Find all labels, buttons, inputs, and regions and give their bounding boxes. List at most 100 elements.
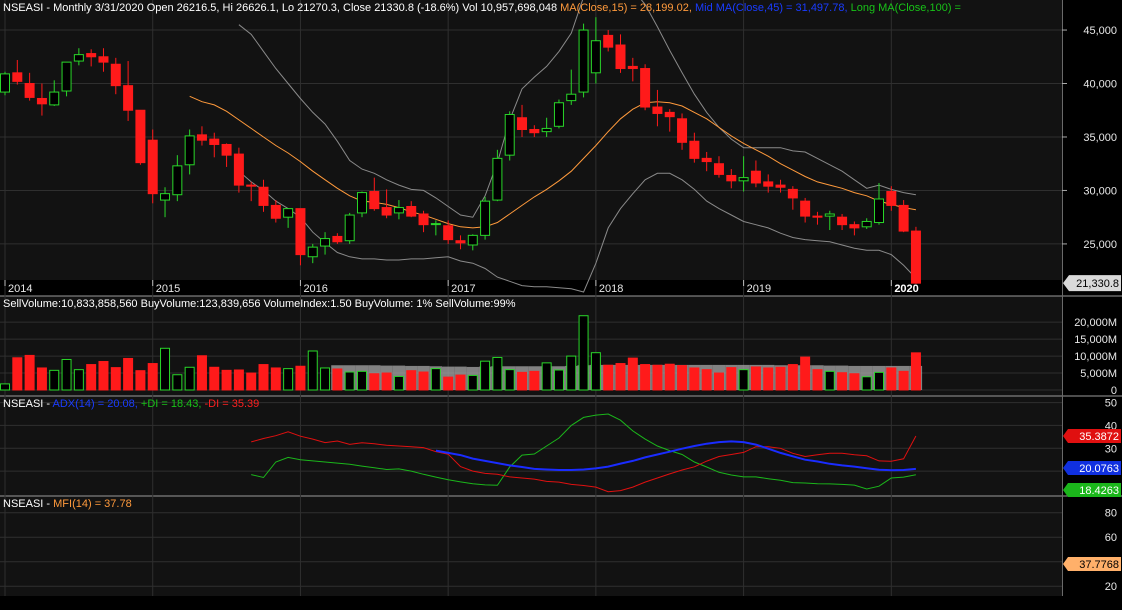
candle-body — [529, 128, 540, 134]
year-label: 2015 — [156, 283, 180, 295]
candle-body — [381, 207, 392, 216]
volume-bar — [763, 367, 774, 391]
volume-bar — [196, 355, 207, 391]
volume-bar — [566, 355, 577, 391]
plus-di-legend: +DI = 18.43, — [140, 398, 202, 410]
candle-body — [246, 184, 257, 187]
candle-body — [886, 191, 897, 206]
candle-body — [344, 214, 355, 242]
volume-bar — [837, 372, 848, 391]
year-label: 2018 — [599, 283, 623, 295]
candle-body — [726, 174, 737, 182]
volume-bar — [320, 367, 331, 391]
volume-bar — [443, 376, 454, 391]
last-price-label: 21,330.8 — [1076, 278, 1119, 290]
volume-bar — [307, 350, 318, 391]
candle-body — [270, 204, 281, 219]
volume-bar — [98, 361, 109, 391]
volume-bar — [110, 367, 121, 391]
candle-body — [49, 91, 60, 106]
volume-bar — [492, 356, 503, 391]
candle-body — [147, 139, 158, 195]
price-tick-label: 25,000 — [1083, 239, 1117, 251]
mfi-symbol: NSEASI - — [3, 498, 51, 510]
volume-panel-header: SellVolume:10,833,858,560 BuyVolume:123,… — [3, 298, 516, 310]
candle-body — [664, 111, 675, 118]
volume-tick-label: 20,000M — [1074, 317, 1117, 329]
candle-body — [258, 186, 269, 206]
candle-body — [307, 246, 318, 258]
year-label: 2016 — [303, 283, 327, 295]
volume-bar — [590, 352, 601, 391]
candle-body — [196, 134, 207, 141]
candle-body — [110, 63, 121, 87]
year-label: 2014 — [8, 283, 32, 295]
volume-bar — [910, 352, 921, 391]
candle-body — [123, 85, 134, 111]
price-panel-header: NSEASI - Monthly 3/31/2020 Open 26216.5,… — [3, 2, 961, 15]
volume-bar — [713, 372, 724, 391]
candle-body — [480, 200, 491, 236]
volume-bar — [787, 364, 798, 391]
year-label: 2017 — [451, 283, 475, 295]
candle-body — [332, 235, 343, 243]
volume-bar — [738, 369, 749, 391]
candle-body — [517, 117, 528, 130]
adx-last-badge-text: 20.0763 — [1079, 463, 1119, 475]
volume-bar — [541, 362, 552, 391]
candle-body — [233, 153, 244, 186]
candle-body — [775, 184, 786, 188]
volume-bar — [369, 373, 380, 391]
adx-tick-label: 30 — [1105, 443, 1117, 455]
volume-bar — [430, 368, 441, 391]
volume-tick-label: 15,000M — [1074, 334, 1117, 346]
price-tick-label: 30,000 — [1083, 185, 1117, 197]
volume-bar — [812, 369, 823, 391]
candle-body — [874, 198, 885, 224]
candle-body — [898, 204, 909, 232]
volume-bar — [664, 363, 675, 391]
adx-pane — [0, 396, 1062, 496]
candle-body — [393, 207, 404, 214]
candle-body — [0, 73, 10, 93]
candle-body — [787, 188, 798, 199]
candle — [504, 111, 515, 161]
candle-body — [160, 193, 171, 201]
plus-di-last-badge: 18.4263 — [1063, 483, 1121, 497]
candle-body — [455, 240, 466, 244]
price-tick-label: 35,000 — [1083, 132, 1117, 144]
volume-bar — [886, 367, 897, 391]
volume-bar — [344, 371, 355, 391]
volume-bar — [49, 369, 60, 391]
volume-bar — [221, 369, 232, 391]
volume-bar — [123, 357, 134, 391]
candle — [356, 191, 367, 218]
candle-body — [406, 205, 417, 217]
candle-body — [24, 83, 35, 98]
mfi-tick-label: 20 — [1105, 581, 1117, 593]
mfi-last-badge-text: 37.7768 — [1079, 559, 1119, 571]
price-pane — [0, 0, 1062, 280]
volume-bar — [529, 370, 540, 391]
volume-bar — [578, 315, 589, 391]
candle-body — [541, 127, 552, 133]
volume-bar — [0, 383, 10, 391]
candle — [61, 61, 72, 97]
volume-bar — [283, 368, 294, 391]
volume-tick-label: 0 — [1111, 385, 1117, 397]
candle-body — [578, 29, 589, 93]
candle — [578, 23, 589, 98]
candle-body — [652, 106, 663, 114]
candle-body — [492, 157, 503, 201]
candle-body — [73, 54, 84, 62]
candle-body — [837, 216, 848, 226]
price-tick-label: 45,000 — [1083, 25, 1117, 37]
candle-body — [283, 208, 294, 218]
minus-di-legend: -DI = 35.39 — [204, 398, 260, 410]
candle-body — [12, 72, 23, 82]
candle-body — [640, 68, 651, 108]
candle-body — [677, 118, 688, 143]
candle-body — [812, 215, 823, 218]
mfi-panel-header: NSEASI - MFI(14) = 37.78 — [3, 498, 132, 511]
volume-bar — [135, 370, 146, 391]
